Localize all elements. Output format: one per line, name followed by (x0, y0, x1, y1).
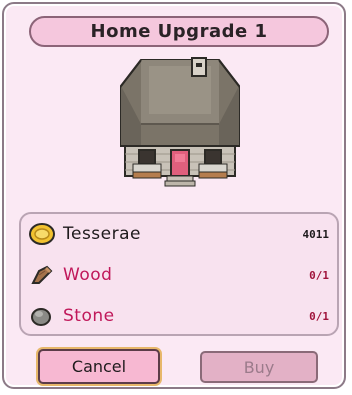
list-item-wood: Wood 0/1 (21, 258, 337, 292)
tesserae-coin-icon (29, 223, 55, 245)
resource-count: 0/1 (309, 268, 329, 282)
resource-label: Tesserae (63, 224, 141, 244)
resource-list: Tesserae 4011 Wood 0/1 Stone 0/1 (19, 212, 339, 336)
buy-button[interactable]: Buy (200, 351, 318, 383)
stone-icon (31, 308, 51, 326)
resource-count: 4011 (302, 227, 330, 241)
upgrade-dialog: Home Upgrade 1 Tesserae 4011 Wood 0/1 St… (2, 2, 346, 389)
resource-label: Stone (63, 306, 115, 326)
dialog-title: Home Upgrade 1 (29, 16, 329, 47)
resource-count: 0/1 (309, 309, 329, 323)
list-item-tesserae: Tesserae 4011 (21, 217, 337, 251)
house-preview-icon (120, 57, 240, 187)
cancel-button[interactable]: Cancel (38, 349, 160, 384)
resource-label: Wood (63, 265, 113, 285)
list-item-stone: Stone 0/1 (21, 299, 337, 333)
wood-log-icon (31, 265, 53, 284)
